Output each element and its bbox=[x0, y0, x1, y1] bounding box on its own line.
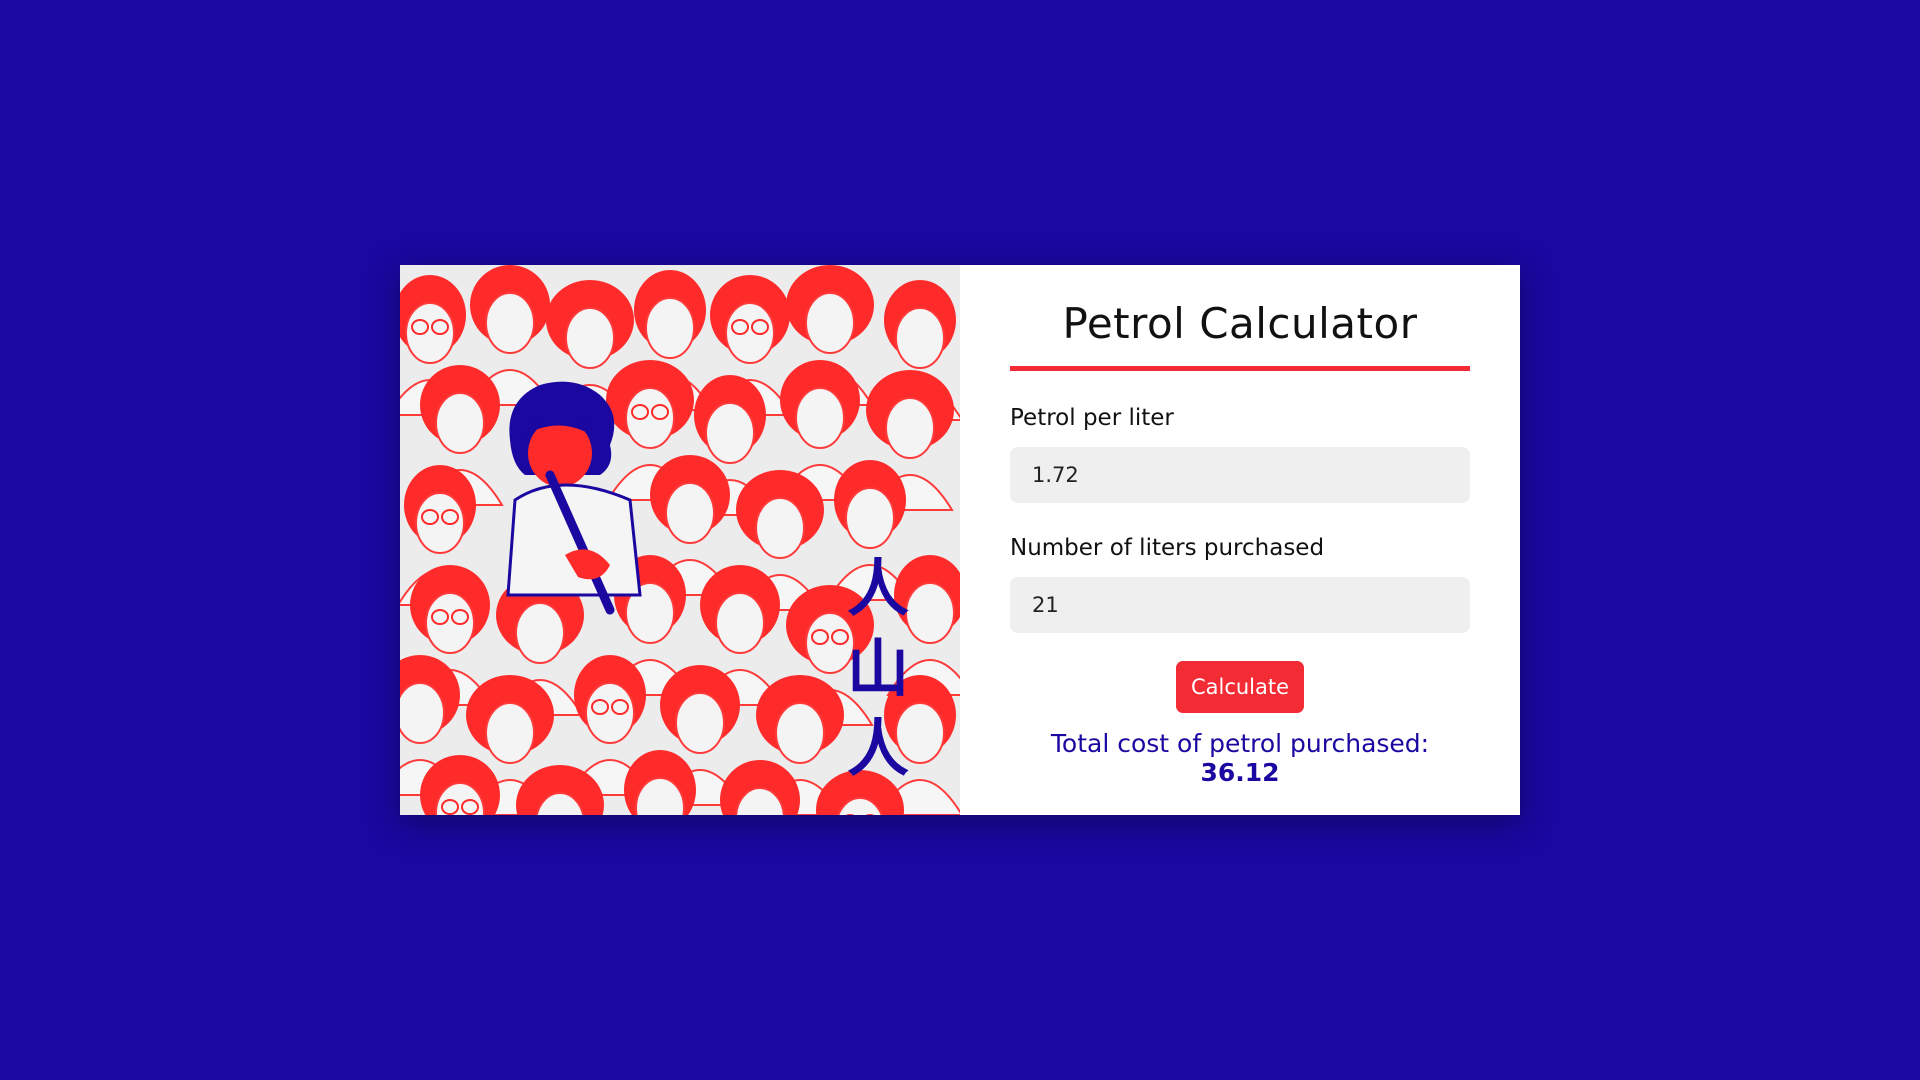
price-per-liter-label: Petrol per liter bbox=[1010, 405, 1174, 431]
liters-purchased-label: Number of liters purchased bbox=[1010, 535, 1325, 561]
price-per-liter-input[interactable] bbox=[1010, 447, 1470, 503]
total-cost-result: Total cost of petrol purchased: 36.12 bbox=[1010, 729, 1470, 787]
button-row: Calculate bbox=[1010, 661, 1470, 713]
total-cost-value: 36.12 bbox=[1200, 758, 1280, 787]
crowd-illustration: 人 山 人 bbox=[400, 265, 960, 815]
page-title: Petrol Calculator bbox=[1010, 299, 1470, 371]
calculator-card: 人 山 人 Petrol Calculator Petrol per liter… bbox=[400, 265, 1520, 815]
vertical-glyph: 人 bbox=[847, 552, 909, 625]
liters-purchased-input[interactable] bbox=[1010, 577, 1470, 633]
vertical-glyph: 山 bbox=[847, 632, 909, 705]
vertical-glyph: 人 bbox=[847, 712, 909, 785]
total-cost-label: Total cost of petrol purchased: bbox=[1050, 729, 1430, 758]
calculate-button[interactable]: Calculate bbox=[1176, 661, 1304, 713]
calculator-panel: Petrol Calculator Petrol per liter Numbe… bbox=[960, 265, 1520, 815]
